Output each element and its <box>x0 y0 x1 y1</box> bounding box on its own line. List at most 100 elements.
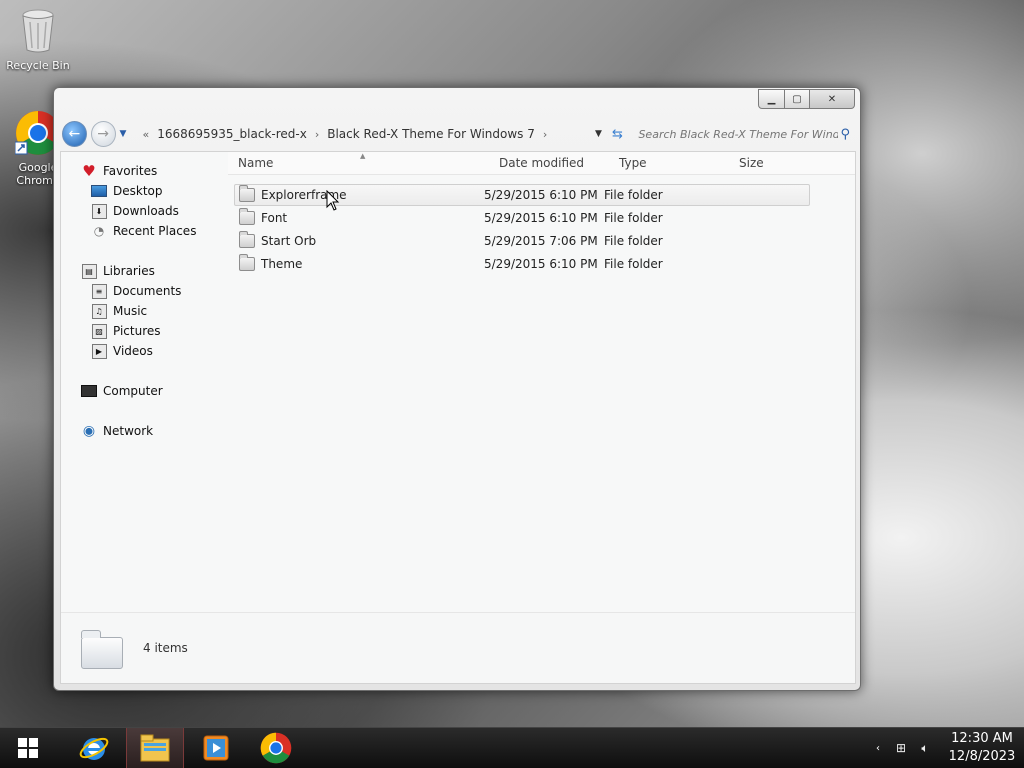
nav-favorites[interactable]: ♥ Favorites <box>61 161 227 181</box>
nav-label: Downloads <box>113 204 179 218</box>
column-header-name[interactable]: Name <box>238 156 499 170</box>
nav-libraries[interactable]: ▤ Libraries <box>61 261 227 281</box>
content-area: ♥ Favorites Desktop ⬇ Downloads ◔ Recent… <box>60 151 856 684</box>
nav-label: Videos <box>113 344 153 358</box>
details-pane: 4 items <box>61 612 855 683</box>
refresh-icon[interactable]: ⇆ <box>606 127 628 142</box>
address-history-dropdown[interactable]: ▼ <box>590 129 606 139</box>
folder-icon <box>239 185 255 203</box>
file-date: 5/29/2015 6:10 PM <box>484 211 598 225</box>
recycle-bin-icon <box>22 9 54 53</box>
chevron-right-icon[interactable]: › <box>543 128 547 141</box>
clock-time: 12:30 AM <box>951 731 1013 746</box>
chevron-left-icon[interactable]: « <box>142 128 149 141</box>
nav-item-documents[interactable]: ≡ Documents <box>61 281 227 301</box>
nav-group-network: ◉ Network <box>61 421 227 441</box>
search-box[interactable]: ⚲ <box>636 123 854 145</box>
minimize-button[interactable]: ▁ <box>758 89 785 109</box>
nav-item-videos[interactable]: ▶ Videos <box>61 341 227 361</box>
libraries-icon: ▤ <box>81 263 97 279</box>
clock[interactable]: 12:30 AM 12/8/2023 <box>940 730 1024 766</box>
documents-icon: ≡ <box>91 283 107 299</box>
file-row[interactable]: Start Orb 5/29/2015 7:06 PM File folder <box>234 230 810 252</box>
nav-group-libraries: ▤ Libraries ≡ Documents ♫ Music ▨ Pictur… <box>61 261 227 361</box>
maximize-button[interactable]: ▢ <box>785 89 810 109</box>
nav-label: Documents <box>113 284 182 298</box>
taskbar-chrome[interactable] <box>248 728 304 768</box>
desktop-icon-recycle-bin[interactable]: Recycle Bin <box>2 8 74 72</box>
network-icon: ◉ <box>82 423 96 439</box>
file-row[interactable]: Explorerframe 5/29/2015 6:10 PM File fol… <box>234 184 810 206</box>
address-bar: ← → ▼ « 1668695935_black-red-x › Black R… <box>62 120 854 148</box>
file-type: File folder <box>604 188 663 202</box>
nav-label: Network <box>103 424 154 438</box>
taskbar-file-explorer[interactable] <box>126 728 184 768</box>
breadcrumb-item[interactable]: 1668695935_black-red-x <box>157 127 307 141</box>
column-header-size[interactable]: Size <box>739 156 809 170</box>
computer-icon <box>81 383 97 399</box>
network-tray-icon[interactable]: ⊞ <box>892 741 910 755</box>
file-name: Theme <box>261 257 303 271</box>
media-player-icon <box>203 735 229 761</box>
chrome-icon <box>260 732 292 764</box>
file-type: File folder <box>604 234 663 248</box>
recent-pages-dropdown[interactable]: ▼ <box>120 129 127 139</box>
nav-item-pictures[interactable]: ▨ Pictures <box>61 321 227 341</box>
volume-muted-icon[interactable]: 🔈︎ <box>916 741 934 756</box>
explorer-window: ▁ ▢ ✕ ← → ▼ « 1668695935_black-red-x › B… <box>53 87 861 691</box>
back-button[interactable]: ← <box>62 121 87 147</box>
nav-label: Music <box>113 304 148 318</box>
maximize-icon: ▢ <box>792 93 802 105</box>
search-icon[interactable]: ⚲ <box>840 127 850 142</box>
close-icon: ✕ <box>827 93 837 105</box>
nav-item-recent-places[interactable]: ◔ Recent Places <box>61 221 227 241</box>
nav-network[interactable]: ◉ Network <box>61 421 227 441</box>
column-header-row: ▲ Name Date modified Type Size <box>228 152 855 175</box>
file-type: File folder <box>604 257 663 271</box>
nav-label: Favorites <box>103 164 158 178</box>
taskbar-media-player[interactable] <box>188 728 244 768</box>
internet-explorer-icon <box>79 737 109 760</box>
desktop-icon-label: Recycle Bin <box>6 59 70 72</box>
forward-arrow-icon: → <box>97 126 110 142</box>
nav-label: Computer <box>103 384 163 398</box>
start-button[interactable] <box>0 728 56 768</box>
minimize-icon: ▁ <box>767 93 776 105</box>
nav-group-favorites: ♥ Favorites Desktop ⬇ Downloads ◔ Recent… <box>61 161 227 241</box>
item-count: 4 items <box>143 641 188 655</box>
nav-item-music[interactable]: ♫ Music <box>61 301 227 321</box>
chevron-right-icon[interactable]: › <box>315 128 319 141</box>
system-tray: ‹ ⊞ 🔈︎ 12:30 AM 12/8/2023 <box>876 728 1024 768</box>
address-tools: ▼ ⇆ <box>590 127 628 142</box>
forward-button[interactable]: → <box>90 121 116 147</box>
column-header-type[interactable]: Type <box>619 156 739 170</box>
search-input[interactable] <box>636 126 841 142</box>
file-date: 5/29/2015 7:06 PM <box>484 234 598 248</box>
nav-label: Libraries <box>103 264 155 278</box>
nav-item-desktop[interactable]: Desktop <box>61 181 227 201</box>
downloads-icon: ⬇ <box>91 203 107 219</box>
folder-icon <box>239 231 255 249</box>
file-list-pane: ▲ Name Date modified Type Size Explorerf… <box>228 152 855 613</box>
taskbar: ‹ ⊞ 🔈︎ 12:30 AM 12/8/2023 <box>0 727 1024 768</box>
close-button[interactable]: ✕ <box>810 89 855 109</box>
breadcrumb-item[interactable]: Black Red-X Theme For Windows 7 <box>327 127 535 141</box>
breadcrumb[interactable]: « 1668695935_black-red-x › Black Red-X T… <box>134 122 586 146</box>
file-name: Font <box>261 211 288 225</box>
caption-buttons: ▁ ▢ ✕ <box>758 89 855 109</box>
file-date: 5/29/2015 6:10 PM <box>484 188 598 202</box>
back-arrow-icon: ← <box>68 126 81 142</box>
nav-item-downloads[interactable]: ⬇ Downloads <box>61 201 227 221</box>
file-type: File folder <box>604 211 663 225</box>
folder-icon <box>81 630 123 669</box>
show-hidden-icons-chevron-icon[interactable]: ‹ <box>876 743 880 754</box>
file-row[interactable]: Font 5/29/2015 6:10 PM File folder <box>234 207 810 229</box>
taskbar-internet-explorer[interactable] <box>66 728 122 768</box>
windows-logo-icon <box>18 738 38 758</box>
file-row[interactable]: Theme 5/29/2015 6:10 PM File folder <box>234 253 810 275</box>
nav-computer[interactable]: Computer <box>61 381 227 401</box>
folder-icon <box>239 208 255 226</box>
nav-label: Pictures <box>113 324 161 338</box>
column-header-date[interactable]: Date modified <box>499 156 619 170</box>
desktop-icon <box>91 183 107 199</box>
